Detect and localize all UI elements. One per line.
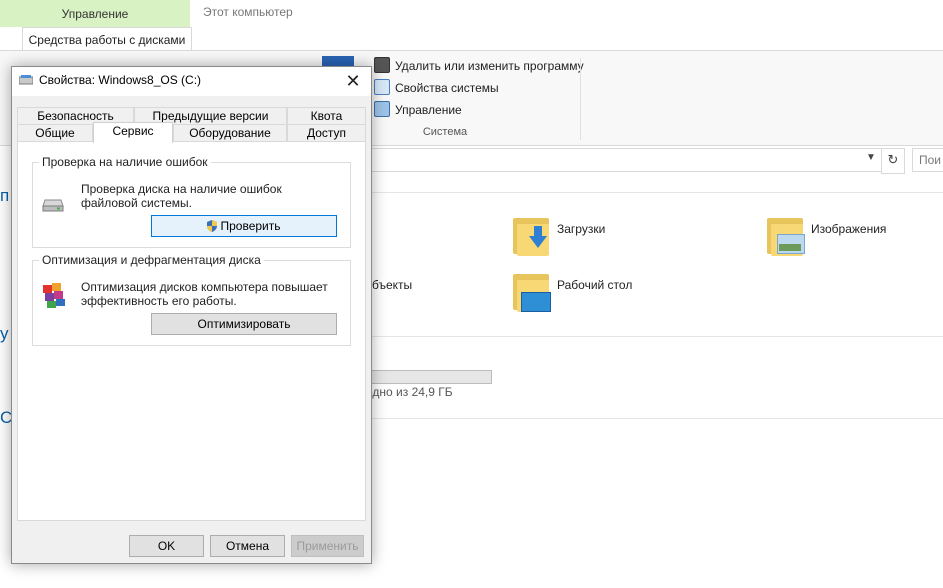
chevron-down-icon[interactable]: ▼ [866, 152, 878, 166]
folder-label-objects[interactable]: бъекты [372, 278, 412, 292]
optimize-description: Оптимизация дисков компьютера повышает э… [81, 280, 328, 308]
defrag-icon [43, 283, 65, 308]
checklist-icon [374, 79, 390, 95]
uninstall-program-button[interactable]: Удалить или изменить программу [374, 57, 584, 75]
optimize-title: Оптимизация и дефрагментация диска [39, 253, 264, 267]
downloads-folder-icon[interactable] [513, 216, 549, 256]
check-button[interactable]: Проверить [151, 215, 337, 237]
folder-label-pictures[interactable]: Изображения [811, 222, 886, 236]
pictures-folder-icon[interactable] [767, 216, 805, 256]
refresh-icon[interactable]: ↻ [881, 148, 905, 174]
dialog-title: Свойства: Windows8_OS (C:) [39, 73, 202, 87]
tab-sharing[interactable]: Доступ [287, 124, 366, 141]
tab-disk-tools[interactable]: Средства работы с дисками [22, 27, 192, 51]
uac-shield-icon [207, 220, 218, 232]
folder-label-desktop[interactable]: Рабочий стол [557, 278, 632, 292]
nav-fragment: п [0, 186, 10, 205]
hard-drive-icon [42, 199, 64, 212]
address-bar[interactable] [360, 148, 882, 172]
folder-label-downloads[interactable]: Загрузки [557, 222, 605, 236]
drive-icon [19, 75, 33, 85]
properties-dialog: Свойства: Windows8_OS (C:) ✕ Безопасност… [11, 66, 372, 564]
divider [360, 192, 943, 193]
optimize-button[interactable]: Оптимизировать [151, 313, 337, 335]
ribbon-separator [580, 58, 581, 140]
drive-usage-bar [363, 370, 492, 384]
tab-this-pc[interactable]: Этот компьютер [203, 0, 293, 27]
tab-row: Безопасность Предыдущие версии Квота [17, 107, 366, 124]
drive-free-space: одно из 24,9 ГБ [366, 385, 453, 399]
disc-icon [374, 57, 390, 73]
manage-button[interactable]: Управление [374, 101, 462, 119]
desktop-folder-icon[interactable] [513, 272, 551, 312]
tab-hardware[interactable]: Оборудование [173, 124, 287, 141]
divider [360, 336, 943, 337]
search-input[interactable]: Пои [912, 148, 943, 172]
close-icon: ✕ [345, 71, 361, 91]
ribbon-group-label: Система [422, 126, 468, 138]
error-check-group: Проверка на наличие ошибок Проверка диск… [32, 155, 351, 248]
ok-button[interactable]: OK [129, 535, 204, 557]
tab-row: Общие Сервис Оборудование Доступ [17, 122, 366, 143]
nav-fragment: у [0, 324, 9, 343]
tab-service[interactable]: Сервис [93, 122, 173, 143]
cancel-button[interactable]: Отмена [210, 535, 285, 557]
error-check-description: Проверка диска на наличие ошибок файлово… [81, 182, 282, 210]
tab-quota[interactable]: Квота [287, 107, 366, 124]
dialog-titlebar[interactable]: Свойства: Windows8_OS (C:) ✕ [12, 67, 371, 96]
apply-button[interactable]: Применить [291, 535, 364, 557]
divider [360, 418, 943, 419]
tab-manage[interactable]: Управление [0, 0, 190, 27]
optimize-group: Оптимизация и дефрагментация диска Оптим… [32, 253, 351, 346]
computer-manage-icon [374, 101, 390, 117]
system-properties-button[interactable]: Свойства системы [374, 79, 499, 97]
service-panel: Проверка на наличие ошибок Проверка диск… [17, 141, 366, 521]
close-button[interactable]: ✕ [340, 70, 366, 92]
tab-general[interactable]: Общие [17, 124, 93, 141]
error-check-title: Проверка на наличие ошибок [39, 155, 211, 169]
